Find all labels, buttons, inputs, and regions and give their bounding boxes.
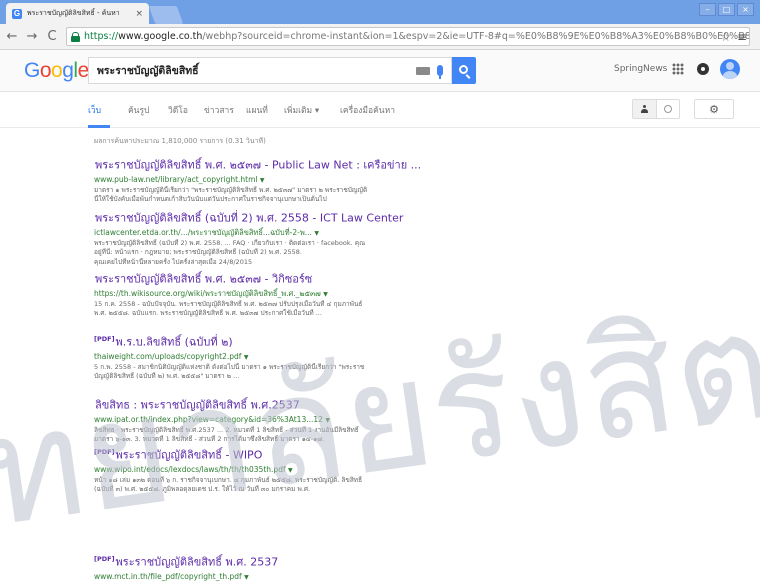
active-tab-indicator (88, 125, 110, 128)
url-dropdown-icon: ▼ (244, 573, 249, 581)
reload-icon[interactable]: C (44, 29, 60, 45)
notifications-icon[interactable] (697, 63, 709, 75)
browser-toolbar: ← → C https://www.google.co.th/webhp?sou… (0, 24, 760, 50)
address-bar[interactable]: https://www.google.co.th/webhp?sourceid=… (66, 27, 750, 46)
chrome-menu-icon[interactable]: ≡ (737, 30, 747, 44)
lock-icon (71, 31, 80, 42)
tab-images[interactable]: ค้นรูป (128, 103, 149, 117)
result-title-link[interactable]: [PDF]พ.ร.บ.ลิขสิทธิ์ (ฉบับที่ ๒) (94, 333, 424, 349)
result-snippet-line: (ฉบับที่ ๓) พ.ศ. ๒๕๕๘. ภูมิพลอดุลยเดช ป.… (94, 485, 311, 494)
search-result: [PDF]พ.ร.บ.ลิขสิทธิ์ (ฉบับที่ ๒) thaiwei… (94, 333, 424, 382)
result-url[interactable]: www.ipat.or.th/index.php?view=category&i… (94, 414, 424, 426)
result-url[interactable]: www.mct.in.th/file_pdf/copyright_th.pdf … (94, 571, 424, 583)
personal-results-toggle[interactable] (632, 99, 680, 119)
result-title-link[interactable]: [PDF]พระราชบัญญัติลิขสิทธิ์ พ.ศ. 2537 (94, 553, 424, 569)
result-snippet-line: ลิขสิทธ · พระราชบัญญัติลิขสิทธิ์ พ.ศ.253… (94, 425, 359, 434)
forward-arrow-icon[interactable]: → (24, 29, 40, 45)
microphone-icon[interactable] (437, 65, 443, 79)
result-snippet-line: มาตรา ๖-๑๓. 3. หมวดที่ 1 ลิขสิทธิ์ - ส่ว… (94, 435, 325, 444)
avatar[interactable] (720, 59, 740, 79)
url-dropdown-icon: ▼ (243, 353, 249, 361)
result-url[interactable]: www.wipo.int/edocs/lexdocs/laws/th/th/th… (94, 464, 424, 476)
person-icon (640, 105, 648, 113)
new-tab-button[interactable] (148, 6, 184, 24)
gear-icon: ⚙ (709, 102, 719, 116)
browser-tab[interactable]: G พระราชบัญญัติลิขสิทธิ์ - ค้นหา × (6, 3, 149, 24)
result-title-link[interactable]: พระราชบัญญัติลิขสิทธิ์ (ฉบับที่ 2) พ.ศ. … (94, 209, 424, 225)
url-dropdown-icon: ▼ (288, 466, 293, 474)
google-favicon-icon: G (12, 8, 22, 19)
keyboard-icon[interactable] (416, 66, 430, 75)
search-result: ลิขสิทธ : พระราชบัญญัติลิขสิทธิ์ พ.ศ.253… (94, 396, 424, 445)
search-tabs: เว็บ ค้นรูป วิดีโอ ข่าวสาร แผนที่ เพิ่มเ… (0, 92, 760, 128)
result-snippet-line: คุณเคยไปที่หน้านี้หลายครั้ง ไปครั้งล่าสุ… (94, 257, 253, 266)
bookmark-star-icon[interactable]: ☆ (720, 30, 731, 44)
result-snippet-line: พระราชบัญญัติลิขสิทธิ์ (ฉบับที่ 2) พ.ศ. … (94, 238, 366, 247)
result-snippet-line: 15 ก.ค. 2558 - ฉบับปัจจุบัน. พระราชบัญญั… (94, 299, 363, 308)
result-url[interactable]: www.pub-law.net/library/act_copyright.ht… (94, 174, 424, 186)
tab-search-tools[interactable]: เครื่องมือค้นหา (340, 103, 395, 117)
settings-button[interactable]: ⚙ (694, 99, 734, 119)
url-dropdown-icon: ▼ (259, 176, 265, 184)
tab-videos[interactable]: วิดีโอ (168, 103, 188, 117)
search-icon (458, 65, 468, 74)
result-url[interactable]: ictlawcenter.etda.or.th/.../พระราชบัญญัต… (94, 227, 424, 239)
google-logo[interactable]: Google (24, 59, 89, 83)
result-snippet-line: พ.ศ. ๒๕๕๘. ฉบับแรก. พระราชบัญญัติลิขสิทธ… (94, 309, 322, 318)
result-snippet-line: มาตรา ๑ พระราชบัญญัตินี้เรียกว่า "พระราช… (94, 185, 368, 194)
result-snippet-line: หน้า ๑๘ เล่ม ๑๓๒ ตอนที่ ๖ ก. ราชกิจจานุเ… (94, 475, 363, 484)
tab-title: พระราชบัญญัติลิขสิทธิ์ - ค้นหา (27, 9, 120, 17)
search-result: [PDF]พระราชบัญญัติลิขสิทธิ์ พ.ศ. 2537 ww… (94, 553, 424, 583)
result-title-link[interactable]: ลิขสิทธ : พระราชบัญญัติลิขสิทธิ์ พ.ศ.253… (94, 396, 424, 412)
search-button[interactable] (452, 57, 476, 84)
close-window-button[interactable]: × (737, 3, 754, 16)
globe-icon (663, 105, 672, 113)
result-url[interactable]: thaiweight.com/uploads/copyright2.pdf ▼ (94, 351, 424, 363)
back-arrow-icon[interactable]: ← (4, 29, 20, 45)
url-dropdown-icon: ▼ (323, 290, 328, 298)
account-name[interactable]: SpringNews (614, 64, 667, 74)
result-snippet-line: บัญญัติลิขสิทธิ์ (ฉบับที่ ๒) พ.ศ. ๒๕๕๘" … (94, 372, 240, 381)
tab-web[interactable]: เว็บ (88, 103, 101, 117)
browser-titlebar: G พระราชบัญญัติลิขสิทธิ์ - ค้นหา × – □ × (0, 0, 760, 24)
search-result: [PDF]พระราชบัญญัติลิขสิทธิ์ - WIPO www.w… (94, 446, 424, 495)
apps-grid-icon[interactable] (672, 63, 684, 75)
tab-maps[interactable]: แผนที่ (246, 103, 268, 117)
tab-news[interactable]: ข่าวสาร (204, 103, 234, 117)
personal-results-button[interactable] (633, 100, 657, 118)
google-header: Google พระราชบัญญัติลิขสิทธิ์ SpringNews (0, 50, 760, 92)
result-url[interactable]: https://th.wikisource.org/wiki/พระราชบัญ… (94, 288, 424, 300)
search-result: พระราชบัญญัติลิขสิทธิ์ (ฉบับที่ 2) พ.ศ. … (94, 209, 424, 267)
window-controls: – □ × (699, 3, 754, 16)
result-snippet-line: นี้ให้ใช้บังคับเมื่อพ้นกำหนดเก้าสิบวันนั… (94, 195, 327, 204)
result-title-link[interactable]: [PDF]พระราชบัญญัติลิขสิทธิ์ - WIPO (94, 446, 424, 462)
search-query[interactable]: พระราชบัญญัติลิขสิทธิ์ (97, 62, 416, 79)
address-url[interactable]: https://www.google.co.th/webhp?sourceid=… (84, 31, 749, 42)
result-title-link[interactable]: พระราชบัญญัติลิขสิทธิ์ พ.ศ. ๒๕๓๗ - วิกิซ… (94, 270, 424, 286)
tab-more[interactable]: เพิ่มเติม ▾ (284, 103, 319, 117)
result-snippet-line: 5 ก.พ. 2558 - สมาชิกนิติบัญญัติแห่งชาติ … (94, 362, 365, 371)
url-dropdown-icon: ▼ (325, 416, 330, 424)
tab-close-icon[interactable]: × (135, 9, 143, 19)
result-title-link[interactable]: พระราชบัญญัติลิขสิทธิ์ พ.ศ. ๒๕๓๗ - Publi… (94, 156, 424, 172)
search-result: พระราชบัญญัติลิขสิทธิ์ พ.ศ. ๒๕๓๗ - Publi… (94, 156, 424, 205)
global-results-button[interactable] (657, 100, 680, 118)
minimize-button[interactable]: – (699, 3, 716, 16)
result-snippet-line: อยู่ที่นี่: หน้าแรก · กฎหมาย; พระราชบัญญ… (94, 248, 302, 257)
search-result: พระราชบัญญัติลิขสิทธิ์ พ.ศ. ๒๕๓๗ - วิกิซ… (94, 270, 424, 319)
result-stats: ผลการค้นหาประมาณ 1,810,000 รายการ (0.31 … (94, 137, 266, 145)
url-dropdown-icon: ▼ (314, 229, 319, 237)
maximize-button[interactable]: □ (718, 3, 735, 16)
search-input[interactable]: พระราชบัญญัติลิขสิทธิ์ (88, 57, 452, 84)
